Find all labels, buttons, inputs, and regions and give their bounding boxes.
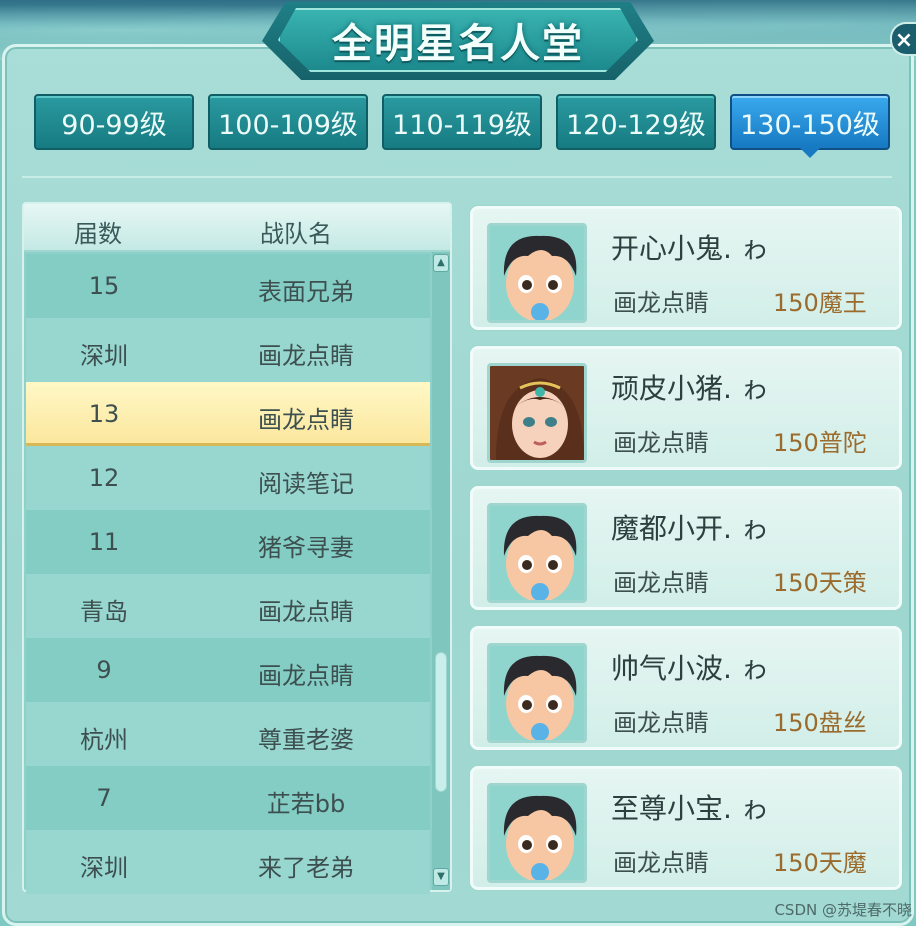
- member-card[interactable]: 魔都小开. ゎ 画龙点睛 150天策: [470, 486, 902, 610]
- session-cell: 青岛: [80, 598, 128, 626]
- tab-130-150[interactable]: 130-150级: [730, 94, 890, 150]
- table-row[interactable]: 青岛 画龙点睛: [26, 574, 430, 638]
- team-cell: 画龙点睛: [258, 598, 354, 626]
- session-cell: 深圳: [80, 342, 128, 370]
- table-row[interactable]: 11 猪爷寻妻: [26, 510, 430, 574]
- team-cell: 芷若bb: [266, 790, 346, 818]
- player-name: 帅气小波. ゎ: [611, 652, 769, 685]
- close-button[interactable]: ×: [890, 22, 916, 56]
- player-name: 顽皮小猪. ゎ: [611, 372, 769, 405]
- session-cell: 11: [88, 528, 120, 556]
- level-tabs: 90-99级 100-109级 110-119级 120-129级 130-15…: [34, 94, 894, 156]
- member-level-school: 150天魔: [773, 849, 867, 877]
- scroll-down-icon[interactable]: ▼: [433, 868, 449, 886]
- table-row[interactable]: 15 表面兄弟: [26, 254, 430, 318]
- table-row[interactable]: 杭州 尊重老婆: [26, 702, 430, 766]
- member-card[interactable]: 开心小鬼. ゎ 画龙点睛 150魔王: [470, 206, 902, 330]
- tab-110-119[interactable]: 110-119级: [382, 94, 542, 150]
- team-cell: 来了老弟: [258, 854, 354, 882]
- table-rows: 15 表面兄弟 深圳 画龙点睛 13 画龙点睛 12 阅读笔记 11 猪爷寻妻 …: [26, 254, 430, 894]
- header-team: 战队名: [260, 220, 332, 248]
- member-team: 画龙点睛: [613, 429, 709, 457]
- table-row[interactable]: 深圳 画龙点睛: [26, 318, 430, 382]
- session-cell: 杭州: [80, 726, 128, 754]
- scroll-up-icon[interactable]: ▲: [433, 254, 449, 272]
- team-cell: 画龙点睛: [258, 406, 354, 434]
- session-cell: 13: [88, 400, 120, 428]
- girl-avatar-icon: [487, 363, 587, 463]
- scroll-thumb[interactable]: [435, 652, 447, 792]
- member-level-school: 150天策: [773, 569, 867, 597]
- table-row[interactable]: 9 画龙点睛: [26, 638, 430, 702]
- member-team: 画龙点睛: [613, 709, 709, 737]
- header-session: 届数: [74, 220, 122, 248]
- boy-avatar-icon: [487, 503, 587, 603]
- active-tab-pointer-icon: [800, 148, 820, 158]
- member-team: 画龙点睛: [613, 289, 709, 317]
- boy-avatar-icon: [487, 643, 587, 743]
- session-cell: 15: [88, 272, 120, 300]
- session-cell: 深圳: [80, 854, 128, 882]
- table-row-selected[interactable]: 13 画龙点睛: [26, 382, 430, 446]
- team-cell: 画龙点睛: [258, 662, 354, 690]
- player-name: 魔都小开. ゎ: [611, 512, 769, 545]
- player-name: 开心小鬼. ゎ: [611, 232, 769, 265]
- member-card[interactable]: 顽皮小猪. ゎ 画龙点睛 150普陀: [470, 346, 902, 470]
- boy-avatar-icon: [487, 783, 587, 883]
- team-cell: 尊重老婆: [258, 726, 354, 754]
- table-header: 届数 战队名: [24, 204, 450, 252]
- boy-avatar-icon: [487, 223, 587, 323]
- session-table: 届数 战队名 15 表面兄弟 深圳 画龙点睛 13 画龙点睛 12 阅读笔记 1…: [22, 202, 452, 894]
- team-cell: 猪爷寻妻: [258, 534, 354, 562]
- tab-120-129[interactable]: 120-129级: [556, 94, 716, 150]
- team-cell: 画龙点睛: [258, 342, 354, 370]
- session-cell: 12: [88, 464, 120, 492]
- divider: [22, 176, 892, 178]
- session-cell: 7: [96, 784, 112, 812]
- table-row[interactable]: 深圳 来了老弟: [26, 830, 430, 894]
- member-team: 画龙点睛: [613, 569, 709, 597]
- member-team: 画龙点睛: [613, 849, 709, 877]
- session-cell: 9: [96, 656, 112, 684]
- member-level-school: 150普陀: [773, 429, 867, 457]
- member-card[interactable]: 至尊小宝. ゎ 画龙点睛 150天魔: [470, 766, 902, 890]
- watermark: CSDN @苏堤春不晓: [774, 901, 912, 919]
- team-cell: 阅读笔记: [258, 470, 354, 498]
- window-title: 全明星名人堂: [332, 21, 584, 67]
- member-level-school: 150盘丝: [773, 709, 867, 737]
- member-level-school: 150魔王: [773, 289, 867, 317]
- team-cell: 表面兄弟: [258, 278, 354, 306]
- table-scrollbar[interactable]: ▲ ▼: [432, 252, 450, 890]
- tab-100-109[interactable]: 100-109级: [208, 94, 368, 150]
- title-banner: 全明星名人堂: [278, 8, 638, 72]
- player-name: 至尊小宝. ゎ: [611, 792, 769, 825]
- member-card[interactable]: 帅气小波. ゎ 画龙点睛 150盘丝: [470, 626, 902, 750]
- table-row[interactable]: 12 阅读笔记: [26, 446, 430, 510]
- tab-90-99[interactable]: 90-99级: [34, 94, 194, 150]
- table-row[interactable]: 7 芷若bb: [26, 766, 430, 830]
